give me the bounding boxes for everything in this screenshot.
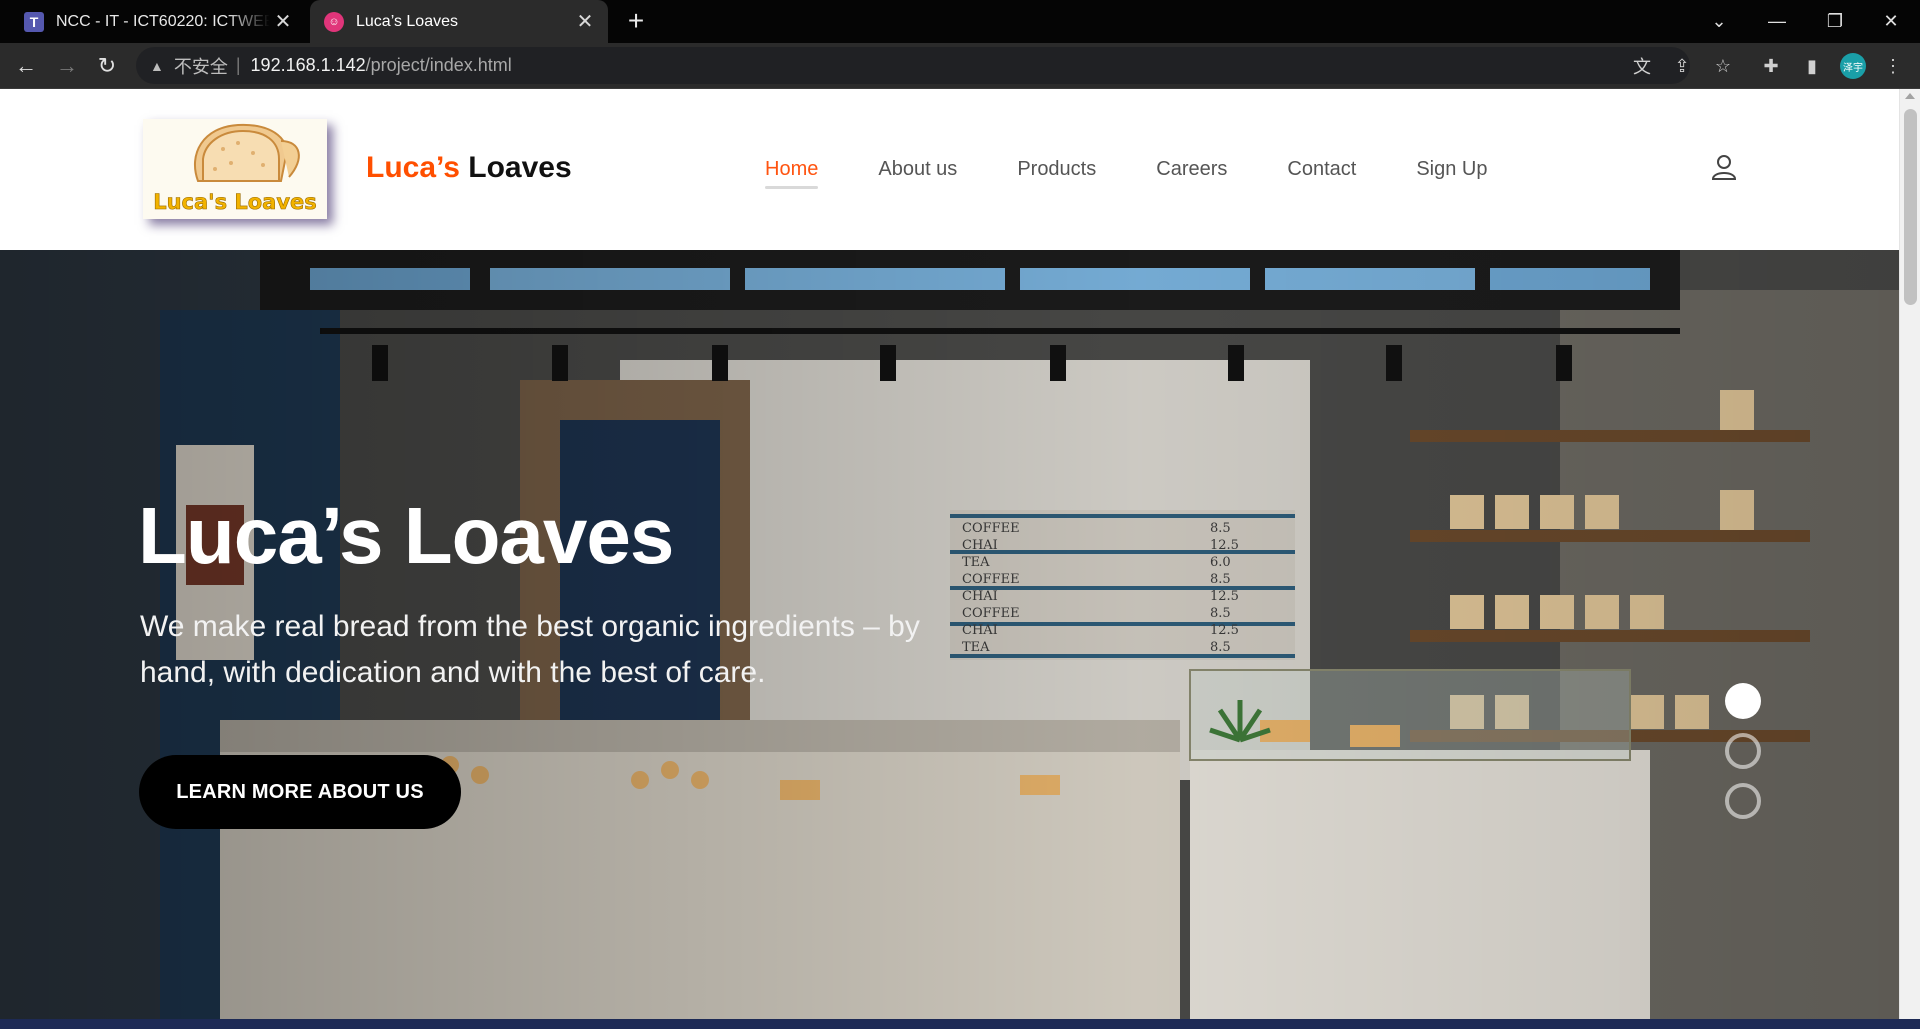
nav-home[interactable]: Home — [765, 158, 819, 189]
site-logo[interactable]: Luca's Loaves — [143, 119, 327, 219]
carousel-dot-1[interactable] — [1725, 683, 1761, 719]
close-window-button[interactable]: ✕ — [1862, 0, 1920, 43]
user-account-icon[interactable] — [1710, 153, 1738, 181]
side-panel-icon[interactable]: ▮ — [1797, 51, 1827, 81]
nav-contact[interactable]: Contact — [1287, 158, 1356, 181]
tab-title: Luca’s Loaves — [356, 12, 458, 30]
tab-search-icon[interactable]: ⌄ — [1690, 0, 1748, 43]
translate-icon[interactable]: 文 — [1627, 51, 1657, 81]
nav-careers[interactable]: Careers — [1156, 158, 1227, 181]
carousel-dot-3[interactable] — [1725, 783, 1761, 819]
brand-name[interactable]: Luca’s Loaves — [366, 151, 572, 185]
scroll-up-arrow-icon[interactable] — [1905, 93, 1915, 99]
page-viewport: Luca's Loaves Luca’s Loaves Home About u… — [0, 89, 1920, 1029]
url-host: 192.168.1.142 — [250, 55, 366, 75]
forward-button[interactable]: → — [51, 50, 83, 82]
brand-accent: Luca’s — [366, 151, 460, 184]
browser-tab-ncc[interactable]: T NCC - IT - ICT60220: ICTWEB5 ✕ — [0, 0, 306, 43]
share-icon[interactable]: ⇪ — [1667, 51, 1697, 81]
logo-wordmark: Luca's Loaves — [153, 190, 317, 214]
restore-button[interactable]: ❐ — [1806, 0, 1864, 43]
profile-avatar[interactable]: 泽宇 — [1840, 53, 1866, 79]
page-scrollbar[interactable] — [1899, 89, 1920, 1029]
brand-rest: Loaves — [468, 151, 572, 184]
bookmark-star-icon[interactable]: ☆ — [1708, 51, 1738, 81]
close-icon[interactable]: ✕ — [572, 9, 598, 35]
teams-favicon-icon: T — [24, 11, 44, 32]
nav-sign-up[interactable]: Sign Up — [1416, 158, 1487, 181]
browser-tabstrip: T NCC - IT - ICT60220: ICTWEB5 ✕ ☺ Luca’… — [0, 0, 1920, 43]
warning-icon[interactable]: ▲ — [150, 58, 164, 74]
learn-more-button[interactable]: LEARN MORE ABOUT US — [139, 755, 461, 829]
taskbar-edge — [0, 1019, 1920, 1029]
site-favicon-icon: ☺ — [324, 11, 344, 32]
reload-button[interactable]: ↻ — [91, 50, 123, 82]
extensions-icon[interactable]: ✚ — [1756, 51, 1786, 81]
carousel-indicators — [1725, 683, 1761, 833]
divider: | — [235, 55, 241, 75]
close-icon[interactable]: ✕ — [270, 9, 296, 35]
minimize-button[interactable]: — — [1748, 0, 1806, 43]
new-tab-button[interactable]: + — [620, 5, 652, 37]
site-header: Luca's Loaves Luca’s Loaves Home About u… — [0, 89, 1899, 250]
back-button[interactable]: ← — [10, 50, 42, 82]
url-path: /project/index.html — [365, 55, 512, 75]
hero-title: Luca’s Loaves — [138, 491, 674, 580]
nav-about-us[interactable]: About us — [878, 158, 957, 181]
nav-products[interactable]: Products — [1017, 158, 1096, 181]
browser-toolbar: ← → ↻ ▲ 不安全 | 192.168.1.142/project/inde… — [0, 43, 1920, 89]
main-nav: Home About us Products Careers Contact S… — [765, 158, 1547, 189]
browser-tab-lucas-loaves[interactable]: ☺ Luca’s Loaves ✕ — [310, 0, 608, 43]
menu-kebab-icon[interactable]: ⋮ — [1878, 51, 1908, 81]
address-bar[interactable]: ▲ 不安全 | 192.168.1.142/project/index.html — [136, 47, 1690, 84]
tab-title: NCC - IT - ICT60220: ICTWEB5 — [56, 12, 270, 30]
bread-logo-icon: Luca's Loaves — [143, 119, 327, 219]
scrollbar-thumb[interactable] — [1904, 109, 1917, 305]
hero-subtitle: We make real bread from the best organic… — [140, 610, 920, 689]
hero-banner: COFFEE8.5CHAI12.5TEA6.0COFFEE8.5CHAI12.5… — [0, 250, 1899, 1029]
security-label[interactable]: 不安全 — [174, 53, 228, 79]
carousel-dot-2[interactable] — [1725, 733, 1761, 769]
